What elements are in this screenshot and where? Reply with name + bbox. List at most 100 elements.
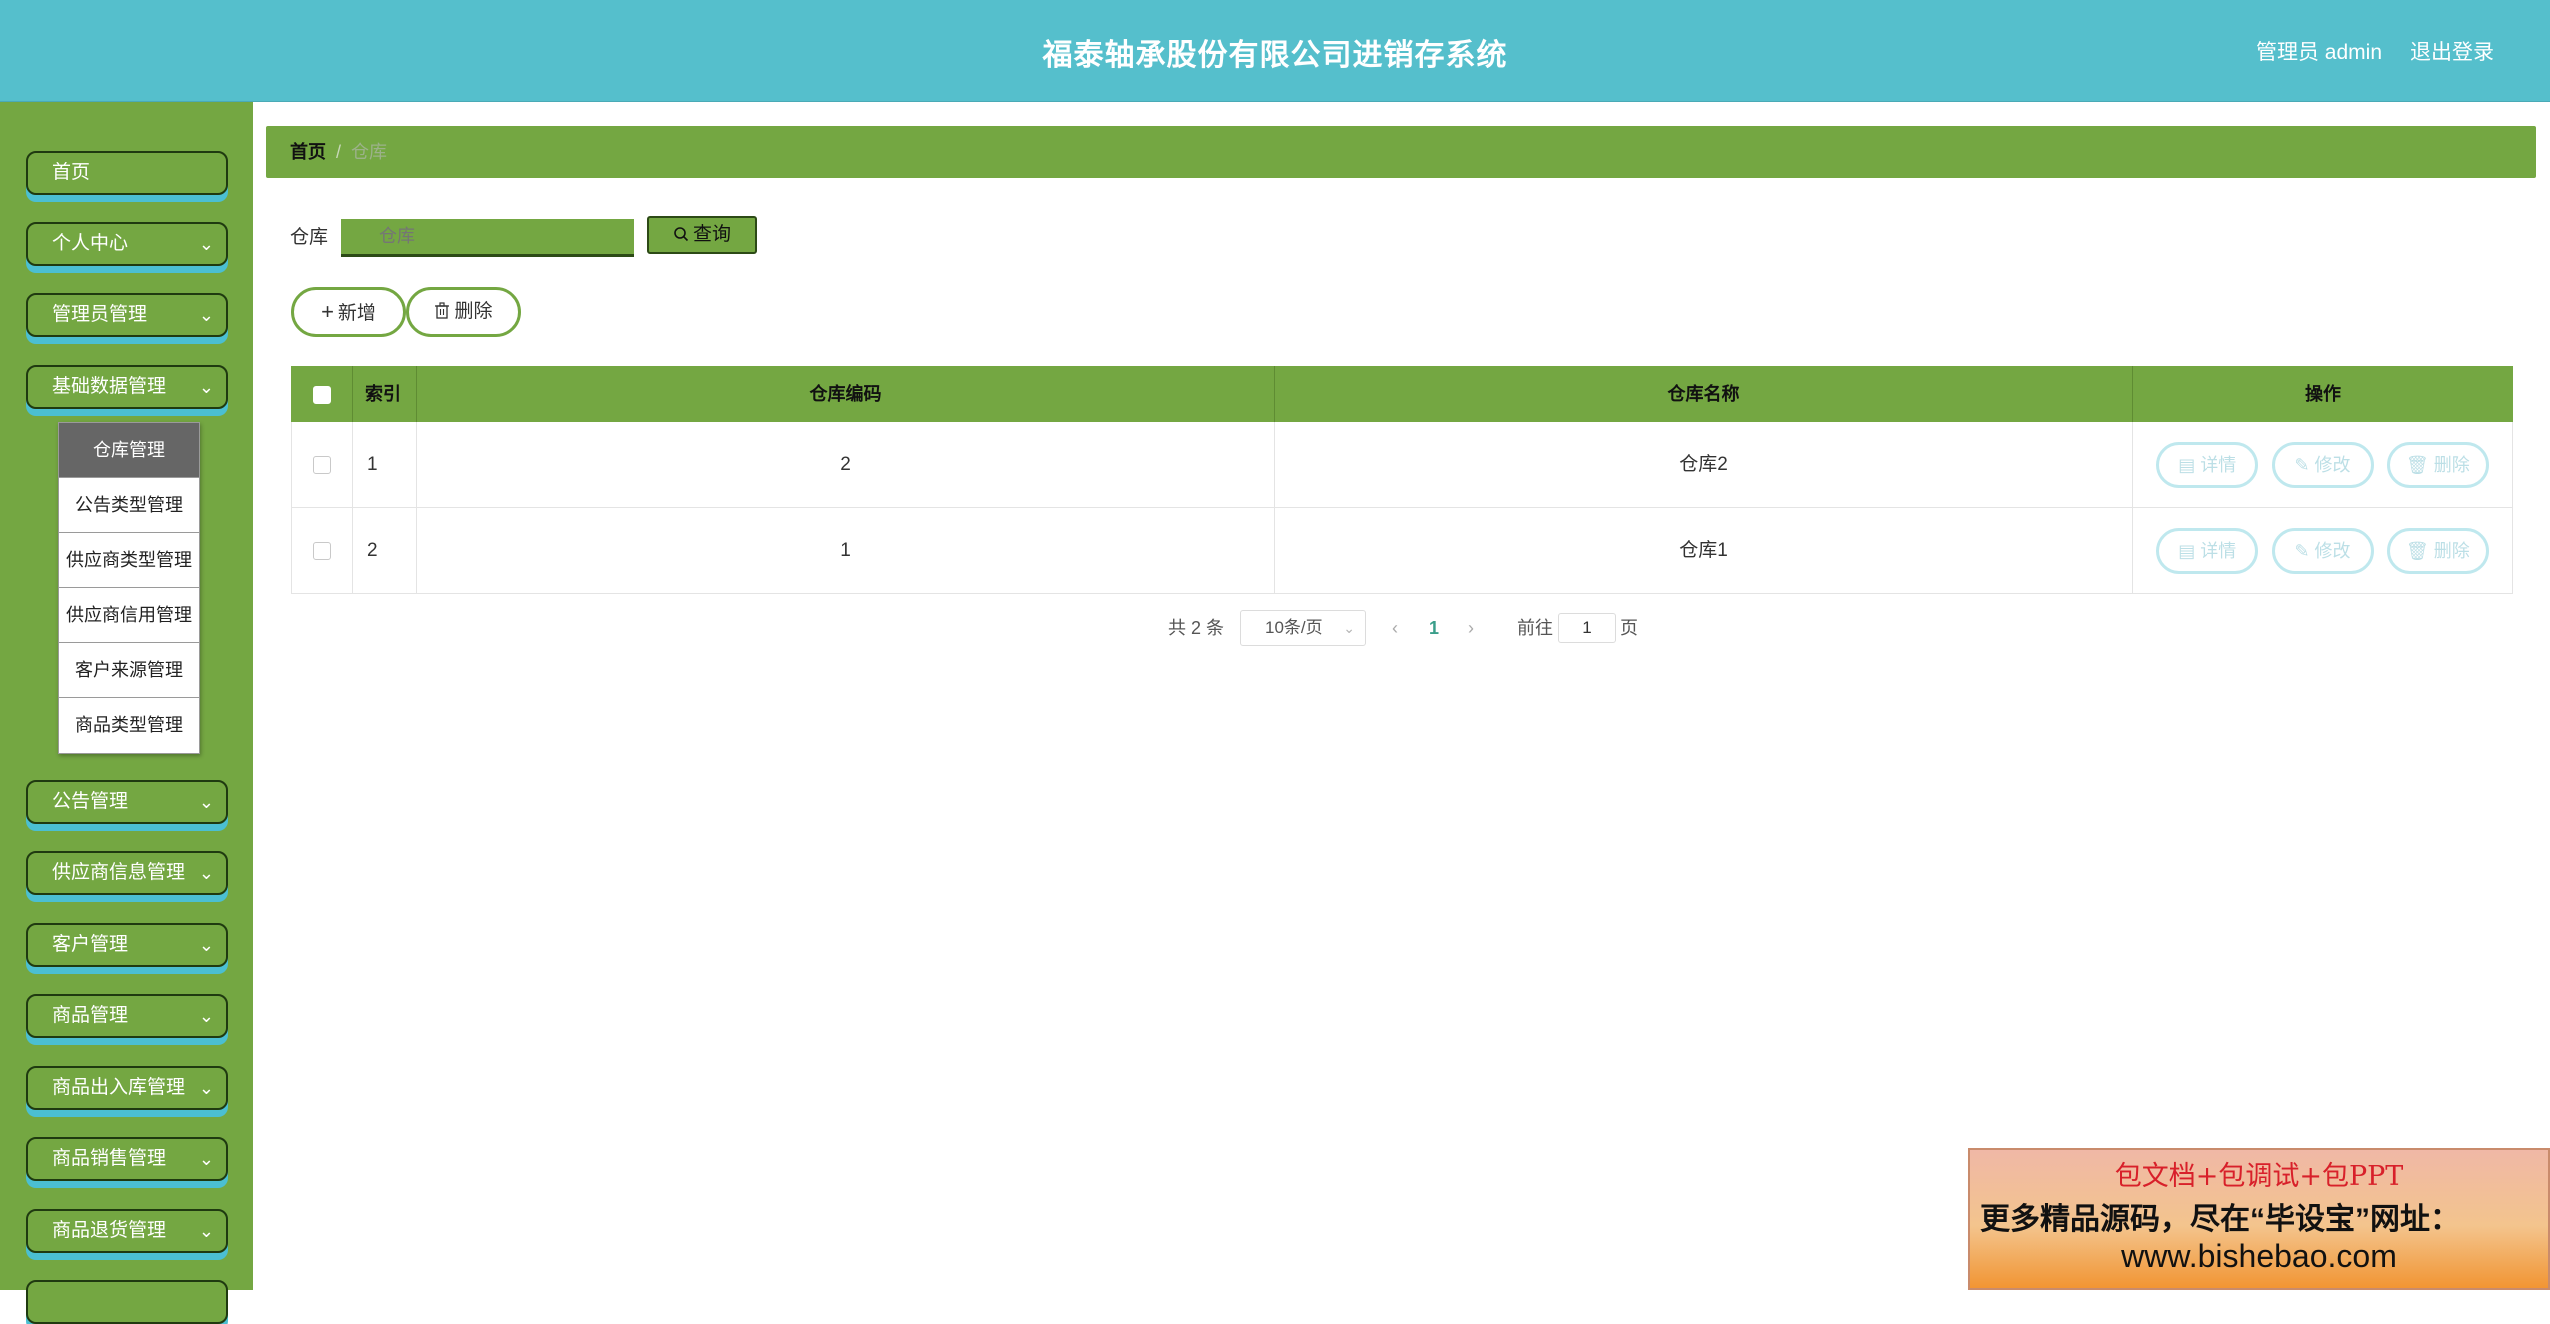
warehouse-search-input[interactable] (341, 219, 634, 257)
edit-button-label: 修改 (2314, 454, 2351, 475)
chevron-down-icon: ⌄ (198, 935, 214, 955)
edit-button[interactable]: ✎ 修改 (2271, 441, 2374, 488)
trash-icon (435, 302, 450, 319)
next-page-button[interactable]: › (1468, 610, 1474, 646)
header-checkbox-cell (291, 366, 353, 422)
row-checkbox[interactable] (313, 455, 331, 474)
sidebar-item-admin-management[interactable]: 管理员管理 ⌄ (26, 293, 228, 337)
pagination-total: 共 2 条 (1168, 618, 1225, 638)
trash-icon: 🗑 (2405, 540, 2434, 561)
chevron-down-icon: ⌄ (198, 1221, 214, 1241)
chevron-down-icon: ⌄ (198, 1078, 214, 1098)
delete-button[interactable]: 删除 (406, 287, 521, 337)
submenu-item-customer-source[interactable]: 客户来源管理 (59, 643, 199, 698)
plus-icon: + (321, 299, 334, 324)
table-header: 索引 仓库编码 仓库名称 操作 (291, 366, 2513, 422)
cell-index: 2 (353, 508, 417, 594)
cell-name: 仓库2 (1275, 422, 2133, 508)
sidebar-item-label: 个人中心 (52, 233, 129, 254)
base-data-submenu: 仓库管理 公告类型管理 供应商类型管理 供应商信用管理 客户来源管理 商品类型管… (58, 422, 200, 754)
sidebar-item-label: 基础数据管理 (52, 376, 167, 397)
submenu-item-supplier-credit[interactable]: 供应商信用管理 (59, 588, 199, 643)
app-title: 福泰轴承股份有限公司进销存系统 (1042, 39, 1508, 72)
document-icon: ▤ (2178, 540, 2201, 561)
chevron-down-icon: ⌄ (198, 1149, 214, 1169)
breadcrumb-home[interactable]: 首页 (290, 142, 326, 162)
sidebar-item-notice[interactable]: 公告管理 ⌄ (26, 780, 228, 824)
page-size-select[interactable]: 10条/页 ⌄ (1240, 610, 1366, 646)
add-button-label: 新增 (337, 303, 376, 324)
pencil-icon: ✎ (2294, 454, 2315, 475)
select-all-checkbox[interactable] (312, 386, 331, 405)
chevron-down-icon: ⌄ (198, 377, 214, 397)
add-button[interactable]: + 新增 (291, 287, 406, 337)
column-header-code: 仓库编码 (417, 366, 1275, 422)
cell-name: 仓库1 (1275, 508, 2133, 594)
goto-page-input[interactable]: 1 (1558, 613, 1616, 643)
page-size-value: 10条/页 (1265, 618, 1323, 637)
sidebar-item-label: 商品退货管理 (52, 1220, 167, 1241)
column-header-actions: 操作 (2305, 384, 2341, 404)
detail-button-label: 详情 (2200, 454, 2237, 475)
sidebar-item-label: 公告管理 (52, 791, 129, 812)
cell-code: 1 (417, 508, 1275, 594)
chevron-down-icon: ⌄ (198, 1006, 214, 1026)
goto-label: 前往 (1517, 618, 1553, 638)
table-row: 2 1 仓库1 ▤ 详情 ✎ 修改 🗑 删除 (291, 508, 2513, 594)
sidebar-item-label: 商品管理 (52, 1005, 129, 1026)
row-delete-button-label: 删除 (2433, 540, 2470, 561)
document-icon: ▤ (2178, 454, 2201, 475)
breadcrumb-current: 仓库 (351, 142, 388, 162)
row-delete-button-label: 删除 (2433, 454, 2470, 475)
submenu-item-supplier-type[interactable]: 供应商类型管理 (59, 533, 199, 588)
logout-link[interactable]: 退出登录 (2410, 36, 2494, 66)
pencil-icon: ✎ (2294, 540, 2315, 561)
cell-actions: ▤ 详情 ✎ 修改 🗑 删除 (2133, 422, 2513, 508)
row-delete-button[interactable]: 🗑 删除 (2386, 441, 2489, 488)
sidebar-item-label: 供应商信息管理 (52, 862, 186, 883)
sidebar-item-more[interactable] (26, 1280, 228, 1324)
sidebar-item-base-data[interactable]: 基础数据管理 ⌄ (26, 365, 228, 409)
sidebar-item-sales[interactable]: 商品销售管理 ⌄ (26, 1137, 228, 1181)
sidebar-item-returns[interactable]: 商品退货管理 ⌄ (26, 1209, 228, 1253)
column-header-index: 索引 (353, 366, 417, 422)
chevron-down-icon: ⌄ (1343, 620, 1355, 636)
sidebar-item-supplier[interactable]: 供应商信息管理 ⌄ (26, 851, 228, 895)
submenu-item-warehouse[interactable]: 仓库管理 (59, 423, 199, 478)
row-checkbox[interactable] (313, 541, 331, 560)
current-user: 管理员 admin (2255, 41, 2382, 64)
submenu-item-product-type[interactable]: 商品类型管理 (59, 698, 199, 753)
row-checkbox-cell (291, 422, 353, 508)
sidebar-item-customer[interactable]: 客户管理 ⌄ (26, 923, 228, 967)
sidebar-item-label: 首页 (52, 162, 91, 183)
promo-banner[interactable]: 包文档+包调试+包PPT 更多精品源码，尽在“毕设宝”网址： www.bishe… (1968, 1148, 2550, 1290)
page-number-1[interactable]: 1 (1429, 610, 1439, 646)
chevron-down-icon: ⌄ (198, 234, 214, 254)
submenu-item-notice-type[interactable]: 公告类型管理 (59, 478, 199, 533)
detail-button[interactable]: ▤ 详情 (2156, 441, 2259, 488)
cell-actions: ▤ 详情 ✎ 修改 🗑 删除 (2133, 508, 2513, 594)
main-content: 首页 / 仓库 仓库 查询 +新增 删除 索引 仓库编码 仓库名称 操作 (253, 102, 2550, 1290)
search-icon (674, 227, 689, 242)
breadcrumb: 首页 / 仓库 (266, 126, 2536, 178)
sidebar-item-home[interactable]: 首页 (26, 151, 228, 195)
detail-button[interactable]: ▤ 详情 (2156, 527, 2259, 574)
sidebar-item-stock-inout[interactable]: 商品出入库管理 ⌄ (26, 1066, 228, 1110)
top-header: 福泰轴承股份有限公司进销存系统 管理员 admin 退出登录 (0, 0, 2550, 102)
chevron-down-icon: ⌄ (198, 792, 214, 812)
query-button[interactable]: 查询 (647, 216, 757, 254)
sidebar-item-personal-center[interactable]: 个人中心 ⌄ (26, 222, 228, 266)
prev-page-button[interactable]: ‹ (1392, 610, 1398, 646)
cell-index: 1 (353, 422, 417, 508)
sidebar-item-label: 客户管理 (52, 934, 129, 955)
detail-button-label: 详情 (2200, 540, 2237, 561)
search-label: 仓库 (290, 227, 329, 248)
sidebar-item-label: 商品出入库管理 (52, 1077, 186, 1098)
chevron-down-icon: ⌄ (198, 305, 214, 325)
edit-button[interactable]: ✎ 修改 (2271, 527, 2374, 574)
promo-line-1: 包文档+包调试+包PPT (2114, 1161, 2404, 1192)
sidebar-item-label: 管理员管理 (52, 304, 148, 325)
sidebar-item-product[interactable]: 商品管理 ⌄ (26, 994, 228, 1038)
row-delete-button[interactable]: 🗑 删除 (2386, 527, 2489, 574)
chevron-down-icon: ⌄ (198, 863, 214, 883)
